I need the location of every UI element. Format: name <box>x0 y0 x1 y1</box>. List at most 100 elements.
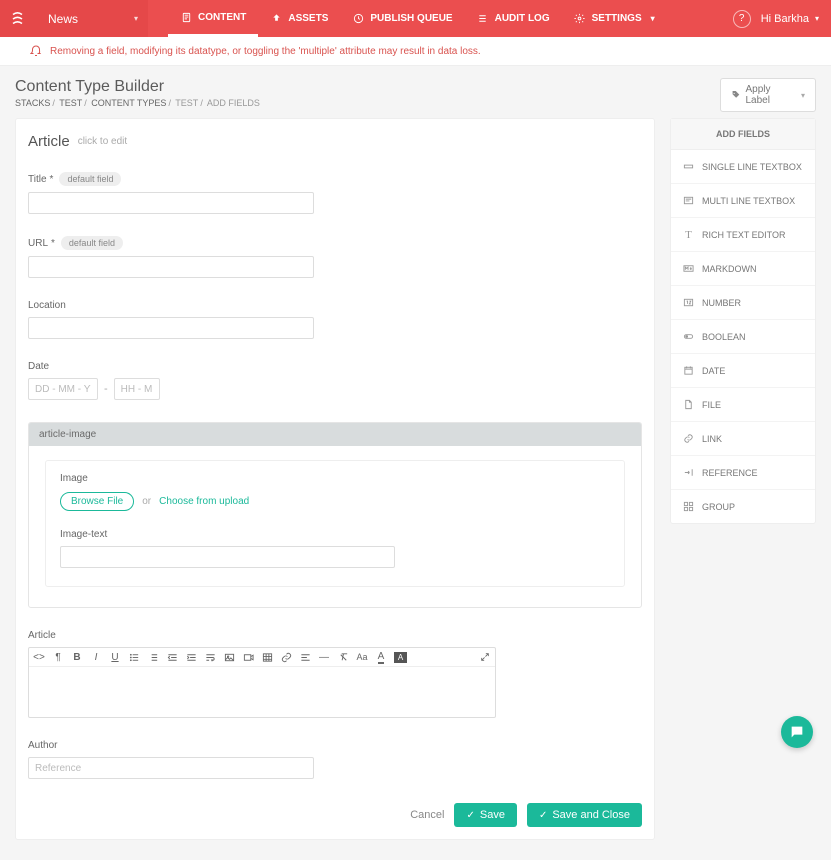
image-text-label: Image-text <box>60 529 107 540</box>
nav-settings-label: SETTINGS <box>592 13 642 24</box>
chat-fab[interactable] <box>781 716 813 748</box>
sidebar-item-single-line[interactable]: SINGLE LINE TEXTBOX <box>671 150 815 184</box>
crumb-stacks[interactable]: STACKS <box>15 98 50 108</box>
form-footer: Cancel ✓Save ✓Save and Close <box>410 803 642 827</box>
assets-icon <box>270 13 282 25</box>
content-type-hint: click to edit <box>78 136 127 147</box>
file-icon <box>683 399 694 410</box>
browse-file-button[interactable]: Browse File <box>60 492 134 511</box>
author-label: Author <box>28 740 57 751</box>
sidebar-item-rte[interactable]: TRICH TEXT EDITOR <box>671 218 815 252</box>
image-icon[interactable] <box>223 650 235 664</box>
fontcolor-icon[interactable]: A <box>375 650 387 664</box>
bell-icon <box>30 45 42 57</box>
url-input[interactable] <box>28 256 314 278</box>
link-icon[interactable] <box>280 650 292 664</box>
chevron-down-icon: ▾ <box>651 14 655 23</box>
field-location: Location <box>28 300 642 339</box>
date-input[interactable] <box>28 378 98 400</box>
url-label: URL <box>28 238 48 249</box>
date-time-separator: - <box>104 383 108 395</box>
stack-selector[interactable]: News ▾ <box>38 0 148 37</box>
ol-icon[interactable] <box>147 650 159 664</box>
group-icon <box>683 501 694 512</box>
sidebar-item-multi-line[interactable]: MULTI LINE TEXTBOX <box>671 184 815 218</box>
user-menu[interactable]: Hi Barkha ▾ <box>761 13 819 25</box>
paragraph-icon[interactable]: ¶ <box>52 650 64 664</box>
nav-audit-log[interactable]: AUDIT LOG <box>465 0 562 37</box>
nowrap-icon[interactable] <box>204 650 216 664</box>
apply-label-text: Apply Label <box>745 84 795 106</box>
sidebar-item-link[interactable]: LINK <box>671 422 815 456</box>
date-label: Date <box>28 361 49 372</box>
field-author: Author <box>28 740 642 779</box>
article-label: Article <box>28 630 56 641</box>
date-icon <box>683 365 694 376</box>
ul-icon[interactable] <box>128 650 140 664</box>
rte-icon: T <box>683 229 694 240</box>
nav-assets[interactable]: ASSETS <box>258 0 340 37</box>
content-icon <box>180 11 192 23</box>
nav-publish-queue[interactable]: PUBLISH QUEUE <box>340 0 464 37</box>
sidebar-item-reference[interactable]: REFERENCE <box>671 456 815 490</box>
fontsize-icon[interactable]: Aa <box>356 650 368 664</box>
rich-text-editor: <> ¶ B I U — Aa <box>28 647 496 718</box>
crumb-test2[interactable]: TEST <box>175 98 198 108</box>
sidebar-item-file[interactable]: FILE <box>671 388 815 422</box>
bgcolor-icon[interactable]: A <box>394 652 407 663</box>
crumb-contenttypes[interactable]: CONTENT TYPES <box>91 98 166 108</box>
nav-assets-label: ASSETS <box>288 13 328 24</box>
bold-icon[interactable]: B <box>71 650 83 664</box>
group-article-image: article-image Image Browse File or Choos… <box>28 422 642 608</box>
field-title: Title * default field <box>28 172 642 214</box>
indent-icon[interactable] <box>185 650 197 664</box>
outdent-icon[interactable] <box>166 650 178 664</box>
help-button[interactable]: ? <box>733 10 751 28</box>
hr-icon[interactable]: — <box>318 650 330 664</box>
underline-icon[interactable]: U <box>109 650 121 664</box>
save-close-button[interactable]: ✓Save and Close <box>527 803 642 827</box>
save-button[interactable]: ✓Save <box>454 803 516 827</box>
content-type-title[interactable]: Article click to edit <box>28 133 642 150</box>
sidebar-item-boolean[interactable]: BOOLEAN <box>671 320 815 354</box>
nav-content[interactable]: CONTENT <box>168 0 258 37</box>
boolean-icon <box>683 331 694 342</box>
chevron-down-icon: ▾ <box>134 14 138 23</box>
align-icon[interactable] <box>299 650 311 664</box>
crumb-addfields: ADD FIELDS <box>207 98 260 108</box>
table-icon[interactable] <box>261 650 273 664</box>
sidebar-item-number[interactable]: NUMBER <box>671 286 815 320</box>
user-greeting: Hi Barkha <box>761 13 809 25</box>
title-label: Title <box>28 174 47 185</box>
warning-bar: Removing a field, modifying its datatype… <box>0 37 831 66</box>
app-logo[interactable] <box>0 0 38 37</box>
location-input[interactable] <box>28 317 314 339</box>
sidebar-item-group[interactable]: GROUP <box>671 490 815 523</box>
clear-format-icon[interactable] <box>337 650 349 664</box>
rte-body[interactable] <box>29 667 495 717</box>
italic-icon[interactable]: I <box>90 650 102 664</box>
or-text: or <box>142 496 151 507</box>
video-icon[interactable] <box>242 650 254 664</box>
choose-upload-link[interactable]: Choose from upload <box>159 496 249 507</box>
author-input[interactable] <box>28 757 314 779</box>
gear-icon <box>574 13 586 25</box>
expand-icon[interactable] <box>479 650 491 664</box>
image-text-input[interactable] <box>60 546 395 568</box>
time-input[interactable] <box>114 378 160 400</box>
add-fields-title: ADD FIELDS <box>671 119 815 150</box>
sidebar-item-markdown[interactable]: MARKDOWN <box>671 252 815 286</box>
code-icon[interactable]: <> <box>33 650 45 664</box>
crumb-test1[interactable]: TEST <box>59 98 82 108</box>
group-header[interactable]: article-image <box>29 423 641 446</box>
apply-label-dropdown[interactable]: Apply Label ▾ <box>720 78 816 112</box>
help-glyph: ? <box>739 13 745 24</box>
cancel-button[interactable]: Cancel <box>410 809 444 821</box>
nav-settings[interactable]: SETTINGS ▾ <box>562 0 667 37</box>
sidebar-item-date[interactable]: DATE <box>671 354 815 388</box>
title-input[interactable] <box>28 192 314 214</box>
nav-content-label: CONTENT <box>198 12 246 23</box>
required-asterisk: * <box>50 174 54 185</box>
field-date: Date - <box>28 361 642 400</box>
publish-icon <box>352 13 364 25</box>
